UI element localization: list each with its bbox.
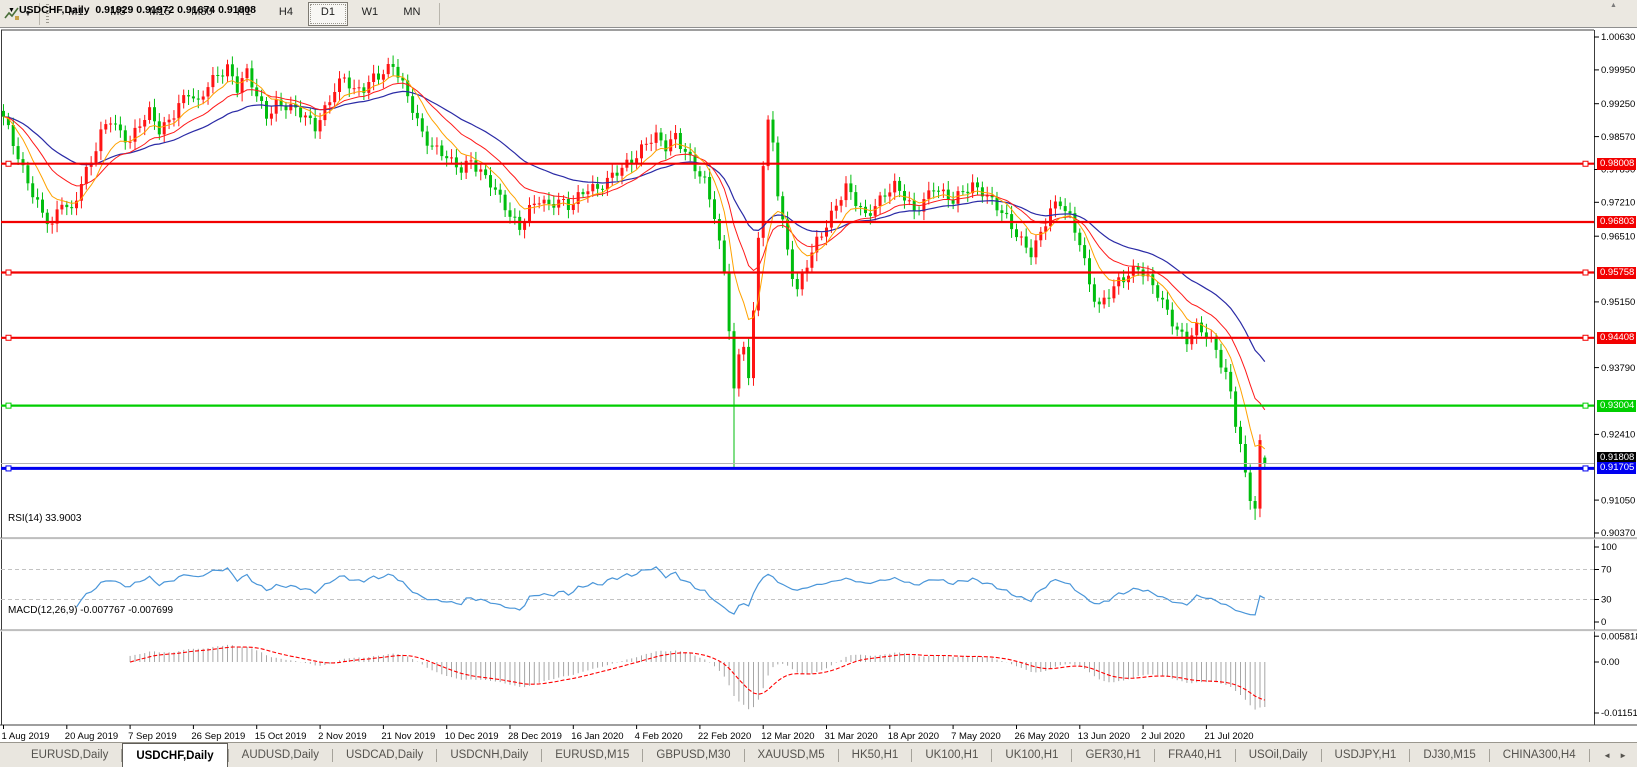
- svg-text:13 Jun 2020: 13 Jun 2020: [1078, 731, 1130, 742]
- timeframe-button-h4[interactable]: H4: [266, 2, 306, 26]
- svg-text:1.00630: 1.00630: [1601, 32, 1635, 43]
- symbol-tab-bar: EURUSD,Daily USDCHF,Daily AUDUSD,Daily USDC…: [0, 742, 1637, 767]
- svg-text:2 Jul 2020: 2 Jul 2020: [1141, 731, 1185, 742]
- svg-text:0.93790: 0.93790: [1601, 363, 1635, 374]
- svg-text:0: 0: [1601, 617, 1606, 628]
- chart-canvas[interactable]: 1.00630 0.99950 0.99250 0.98570 0.97890 0.972…: [0, 29, 1637, 742]
- svg-text:0.00: 0.00: [1601, 657, 1620, 668]
- tab-hk50-h1-8[interactable]: HK50,H1: [839, 743, 912, 767]
- svg-text:31 Mar 2020: 31 Mar 2020: [825, 731, 878, 742]
- svg-text:12 Mar 2020: 12 Mar 2020: [761, 731, 814, 742]
- svg-text:0.005818: 0.005818: [1601, 631, 1637, 642]
- svg-text:10 Dec 2019: 10 Dec 2019: [445, 731, 499, 742]
- toolbar-separator-2: [438, 2, 440, 25]
- svg-text:21 Jul 2020: 21 Jul 2020: [1204, 731, 1253, 742]
- svg-text:0.99950: 0.99950: [1601, 65, 1635, 76]
- ohlc-open: 0.91929: [95, 4, 134, 16]
- svg-text:26 May 2020: 26 May 2020: [1015, 731, 1070, 742]
- mt4-window: ▼ M1 M5 M15 M30 H1 H4 D1 W1 MN 1.00630 0.99950 0.9…: [0, 0, 1637, 767]
- tab-usdjpy-h1-14[interactable]: USDJPY,H1: [1322, 743, 1410, 767]
- tabs-scroll-right-icon[interactable]: ►: [1619, 751, 1627, 760]
- svg-text:7 Sep 2019: 7 Sep 2019: [128, 731, 177, 742]
- svg-text:18 Apr 2020: 18 Apr 2020: [888, 731, 939, 742]
- price-line-label-6: 0.91705: [1597, 462, 1636, 475]
- tab-eurusd-m15-5[interactable]: EURUSD,M15: [542, 743, 642, 767]
- tabs-scroll-left-icon[interactable]: ◄: [1603, 751, 1611, 760]
- tab-fra40-h1-12[interactable]: FRA40,H1: [1155, 743, 1235, 767]
- timeframe-button-mn[interactable]: MN: [392, 2, 432, 26]
- svg-text:7 May 2020: 7 May 2020: [951, 731, 1001, 742]
- timeframe-button-w1[interactable]: W1: [350, 2, 390, 26]
- svg-text:28 Dec 2019: 28 Dec 2019: [508, 731, 562, 742]
- svg-text:1 Aug 2019: 1 Aug 2019: [2, 731, 50, 742]
- tab-usdchf-daily-1[interactable]: USDCHF,Daily: [122, 743, 228, 767]
- svg-text:0.90370: 0.90370: [1601, 528, 1635, 539]
- tab-uk100-h1-10[interactable]: UK100,H1: [992, 743, 1071, 767]
- macd-indicator-label: MACD(12,26,9) -0.007767 -0.007699: [8, 605, 174, 616]
- tab-usdcnh-daily-4[interactable]: USDCNH,Daily: [437, 743, 541, 767]
- tab-uk100-h1-9[interactable]: UK100,H1: [912, 743, 991, 767]
- ohlc-high: 0.91972: [136, 4, 175, 16]
- svg-text:2 Nov 2019: 2 Nov 2019: [318, 731, 367, 742]
- rsi-indicator-label: RSI(14) 33.9003: [8, 513, 82, 524]
- svg-text:21 Nov 2019: 21 Nov 2019: [381, 731, 435, 742]
- price-line-label-3: 0.95758: [1597, 266, 1636, 279]
- svg-text:0.96510: 0.96510: [1601, 231, 1635, 242]
- tab-gbpusd-m30-6[interactable]: GBPUSD,M30: [643, 743, 743, 767]
- svg-text:30: 30: [1601, 595, 1612, 606]
- price-line-label-5: 0.93004: [1597, 399, 1636, 412]
- tab-usoil-daily-13[interactable]: USOil,Daily: [1236, 743, 1321, 767]
- svg-text:20 Aug 2019: 20 Aug 2019: [65, 731, 118, 742]
- svg-text:0.92410: 0.92410: [1601, 430, 1635, 441]
- price-line-label-2: 0.96803: [1597, 215, 1636, 228]
- tab-eurusd-daily-0[interactable]: EURUSD,Daily: [18, 743, 121, 767]
- svg-text:26 Sep 2019: 26 Sep 2019: [191, 731, 245, 742]
- tab-xauusd-m5-7[interactable]: XAUUSD,M5: [745, 743, 838, 767]
- svg-text:-0.011514: -0.011514: [1601, 708, 1637, 719]
- tab-dj30-m15-15[interactable]: DJ30,M15: [1410, 743, 1488, 767]
- chart-svg[interactable]: 1.006300.999500.992500.985700.978900.972…: [0, 29, 1637, 742]
- ohlc-low: 0.91674: [177, 4, 216, 16]
- chart-title-collapse-icon[interactable]: ▼: [8, 7, 15, 14]
- price-line-label-4: 0.94408: [1597, 331, 1636, 344]
- svg-text:4 Feb 2020: 4 Feb 2020: [635, 731, 683, 742]
- svg-text:0.98570: 0.98570: [1601, 132, 1635, 143]
- svg-text:16 Jan 2020: 16 Jan 2020: [571, 731, 623, 742]
- ohlc-close: 0.91808: [218, 4, 257, 16]
- tab-separator: [1588, 748, 1590, 762]
- svg-text:0.97210: 0.97210: [1601, 198, 1635, 209]
- tab-ger30-h1-11[interactable]: GER30,H1: [1072, 743, 1154, 767]
- svg-text:0.99250: 0.99250: [1601, 99, 1635, 110]
- svg-text:0.95150: 0.95150: [1601, 297, 1635, 308]
- scroll-up-arrow-icon[interactable]: ▲: [1610, 2, 1617, 9]
- svg-text:22 Feb 2020: 22 Feb 2020: [698, 731, 751, 742]
- svg-text:100: 100: [1601, 542, 1617, 553]
- chart-symbol-label: USDCHF,Daily: [18, 4, 90, 16]
- chart-title: ▼ USDCHF,Daily 0.91929 0.91972 0.91674 0.…: [8, 4, 256, 16]
- svg-text:0.91050: 0.91050: [1601, 495, 1635, 506]
- svg-text:70: 70: [1601, 565, 1612, 576]
- tab-usdcad-daily-3[interactable]: USDCAD,Daily: [333, 743, 436, 767]
- price-line-label-1: 0.98008: [1597, 157, 1636, 170]
- svg-text:15 Oct 2019: 15 Oct 2019: [255, 731, 307, 742]
- timeframe-button-d1[interactable]: D1: [307, 1, 348, 26]
- tab-audusd-daily-2[interactable]: AUDUSD,Daily: [229, 743, 332, 767]
- tab-china300-h4-16[interactable]: CHINA300,H4: [1490, 743, 1589, 767]
